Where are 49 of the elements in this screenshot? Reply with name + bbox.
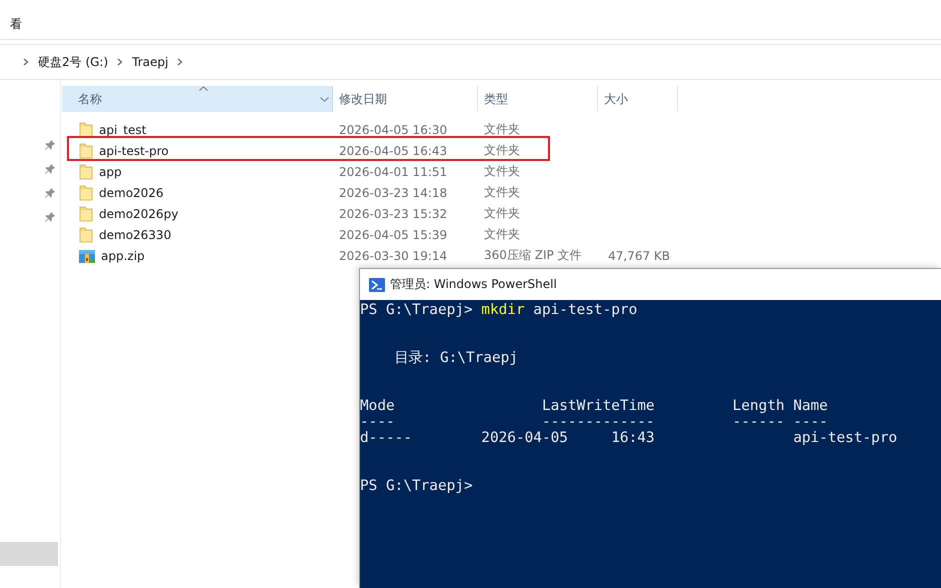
breadcrumb-item[interactable]: Traepj xyxy=(132,55,168,69)
folder-icon xyxy=(79,164,93,180)
modified-date: 2026-04-01 11:51 xyxy=(339,164,448,178)
console-text: PS G:\Traepj> xyxy=(360,478,473,494)
console-text: d----- 2026-04-05 16:43 api-test-pro xyxy=(360,430,898,446)
file-type: 360压缩 ZIP 文件 xyxy=(484,247,582,264)
console-text: 目录: G:\Traepj xyxy=(394,350,518,366)
file-type: 文件夹 xyxy=(484,205,520,222)
chevron-right-icon xyxy=(117,58,124,66)
file-name[interactable]: demo2026py xyxy=(99,206,178,220)
folder-icon xyxy=(79,142,93,158)
chevron-right-icon xyxy=(23,58,29,66)
modified-date: 2026-03-23 15:32 xyxy=(339,206,448,220)
selected-nav-item[interactable] xyxy=(0,542,58,566)
chevron-right-icon xyxy=(177,58,184,66)
modified-date: 2026-04-05 15:39 xyxy=(339,228,448,242)
file-name[interactable]: demo26330 xyxy=(99,228,172,242)
modified-date: 2026-04-05 16:43 xyxy=(339,144,448,158)
powershell-icon xyxy=(369,278,385,292)
file-name[interactable]: api-test-pro xyxy=(99,144,169,158)
file-name[interactable]: app xyxy=(99,164,122,178)
console-text: Mode LastWriteTime Length Name xyxy=(360,398,828,414)
folder-icon xyxy=(79,226,93,242)
folder-icon xyxy=(79,206,93,222)
console-text: PS G:\Traepj> mkdir api-test-pro xyxy=(360,302,638,318)
column-header[interactable]: 名称 xyxy=(62,86,333,112)
sort-up-icon xyxy=(199,86,208,91)
window-title: 管理员: Windows PowerShell xyxy=(390,276,557,293)
archive-icon xyxy=(79,248,95,264)
file-size: 47,767 KB xyxy=(608,248,670,262)
file-name[interactable]: app.zip xyxy=(101,248,145,262)
ribbon-tab[interactable]: 看 xyxy=(10,16,22,33)
file-type: 文件夹 xyxy=(484,184,520,201)
modified-date: 2026-04-05 16:30 xyxy=(339,122,448,136)
console-text: ---- ------------- ------ ---- xyxy=(360,414,828,430)
modified-date: 2026-03-23 14:18 xyxy=(339,186,448,200)
column-header[interactable]: 修改日期 xyxy=(333,86,478,112)
file-type: 文件夹 xyxy=(484,142,520,159)
column-header[interactable]: 大小 xyxy=(598,86,678,112)
column-header[interactable]: 类型 xyxy=(478,86,598,112)
breadcrumb-item[interactable]: 硬盘2号 (G:) xyxy=(38,54,108,70)
dropdown-chevron-icon xyxy=(320,97,329,102)
folder-icon xyxy=(79,122,93,138)
file-type: 文件夹 xyxy=(484,121,520,138)
file-type: 文件夹 xyxy=(484,163,520,180)
modified-date: 2026-03-30 19:14 xyxy=(339,248,448,262)
file-type: 文件夹 xyxy=(484,226,520,243)
file-name[interactable]: demo2026 xyxy=(99,186,164,200)
folder-icon xyxy=(79,184,93,200)
